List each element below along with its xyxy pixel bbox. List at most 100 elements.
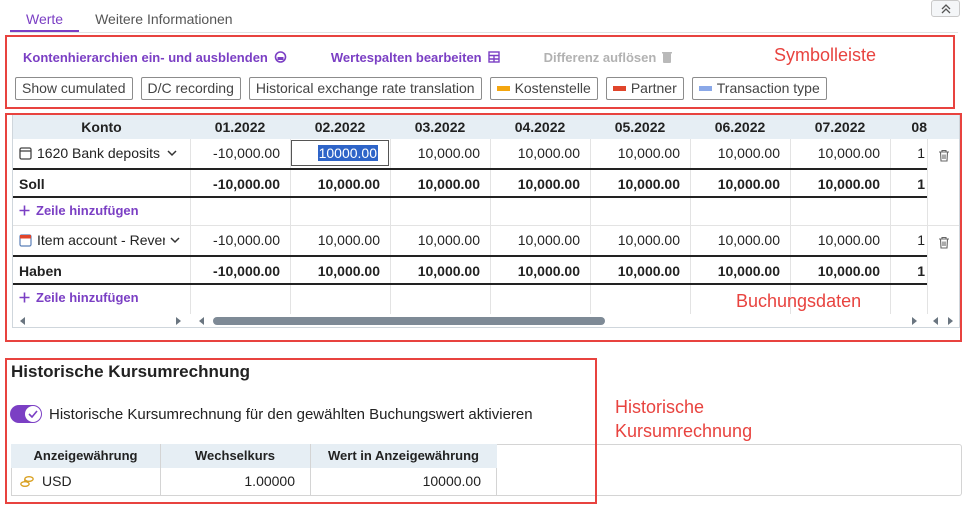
- scroll-left-icon[interactable]: [18, 316, 28, 326]
- historic-section-title: Historische Kursumrechnung: [11, 362, 250, 381]
- display-currency-header: Anzeigewährung: [33, 448, 138, 463]
- total-cell: 10,000.00: [817, 176, 880, 192]
- value-cell[interactable]: 10,000.00: [590, 139, 690, 167]
- chip-partner[interactable]: Partner: [605, 77, 684, 100]
- add-row-label: Zeile hinzufügen: [36, 202, 139, 218]
- value-cell[interactable]: 1: [890, 226, 927, 254]
- historic-table-container: [496, 444, 962, 496]
- double-chevron-up-icon: [941, 3, 950, 13]
- edit-value-columns-button[interactable]: Wertespalten bearbeiten: [331, 50, 500, 65]
- chip-dc-recording[interactable]: D/C recording: [140, 77, 241, 100]
- tab-weitere-informationen[interactable]: Weitere Informationen: [79, 6, 248, 32]
- debit-booking-row: 1620 Bank deposits -10,000.00 10000.00 1…: [13, 139, 959, 167]
- exchange-rate-header: Wechselkurs: [195, 448, 275, 463]
- plus-icon: [19, 292, 30, 302]
- debit-total-label: Soll: [19, 176, 45, 192]
- tab-werte[interactable]: Werte: [10, 6, 80, 32]
- period-header[interactable]: 05.2022: [590, 115, 690, 139]
- period-header[interactable]: 08: [890, 115, 927, 139]
- resolve-difference-button[interactable]: Differenz auflösen: [544, 50, 673, 65]
- toggle-knob: [25, 406, 41, 422]
- historic-annotation-label-2: Kursumrechnung: [615, 421, 753, 441]
- add-row-label: Zeile hinzufügen: [36, 289, 139, 305]
- period-header[interactable]: 01.2022: [190, 115, 290, 139]
- value-cell[interactable]: 10,000.00: [690, 139, 790, 167]
- total-cell: 10,000.00: [717, 176, 780, 192]
- period-header[interactable]: 04.2022: [490, 115, 590, 139]
- chip-kostenstelle[interactable]: Kostenstelle: [489, 77, 598, 100]
- chip-label: D/C recording: [147, 80, 234, 96]
- total-cell: 1: [917, 263, 925, 279]
- chip-show-cumulated[interactable]: Show cumulated: [15, 77, 133, 100]
- total-cell: 10,000.00: [617, 176, 680, 192]
- account-column-header[interactable]: Konto: [13, 115, 190, 139]
- currency-cell[interactable]: USD: [20, 468, 160, 495]
- display-value-cell[interactable]: 10000.00: [311, 468, 497, 495]
- value-cell[interactable]: 10,000.00: [790, 226, 890, 254]
- trash-icon: [939, 236, 949, 249]
- kostenstelle-swatch-icon: [496, 86, 510, 91]
- horizontal-scrollbar[interactable]: [13, 314, 959, 327]
- scroll-right-icon[interactable]: [945, 316, 955, 326]
- column-divider: [310, 444, 311, 496]
- value-cell[interactable]: 10,000.00: [390, 139, 490, 167]
- value-cell[interactable]: 10,000.00: [690, 226, 790, 254]
- debit-total-row: Soll -10,000.00 10,000.00 10,000.00 10,0…: [13, 168, 927, 198]
- display-value-header: Wert in Anzeigewährung: [328, 448, 479, 463]
- chip-historical-exchange-rate[interactable]: Historical exchange rate translation: [248, 77, 482, 100]
- total-cell: 10,000.00: [517, 176, 580, 192]
- historic-toggle-row: Historische Kursumrechnung für den gewäh…: [10, 405, 533, 423]
- chip-label: Historical exchange rate translation: [255, 80, 475, 96]
- trash-icon: [939, 149, 949, 162]
- period-header[interactable]: 07.2022: [790, 115, 890, 139]
- scroll-left-icon[interactable]: [197, 316, 207, 326]
- period-header[interactable]: 06.2022: [690, 115, 790, 139]
- value-cell[interactable]: -10,000.00: [190, 139, 290, 167]
- credit-total-label: Haben: [19, 263, 62, 279]
- chevron-down-icon: [167, 149, 177, 156]
- scroll-right-icon[interactable]: [173, 316, 183, 326]
- credit-total-row: Haben -10,000.00 10,000.00 10,000.00 10,…: [13, 255, 927, 285]
- add-debit-row-button[interactable]: Zeile hinzufügen: [19, 197, 139, 223]
- value-cell[interactable]: 10,000.00: [290, 226, 390, 254]
- account-selector[interactable]: Item account - Rever: [13, 226, 190, 254]
- value-cell[interactable]: -10,000.00: [190, 226, 290, 254]
- checkmark-icon: [28, 410, 38, 418]
- transaction-type-swatch-icon: [698, 86, 712, 91]
- scroll-left-icon[interactable]: [931, 316, 941, 326]
- total-cell: 10,000.00: [617, 263, 680, 279]
- historic-table-header: Anzeigewährung Wechselkurs Wert in Anzei…: [11, 444, 497, 468]
- value-cell[interactable]: 10,000.00: [790, 139, 890, 167]
- coins-icon: [20, 476, 34, 487]
- hierarchy-icon: [274, 51, 287, 63]
- collapse-button[interactable]: [931, 0, 960, 17]
- period-header[interactable]: 02.2022: [290, 115, 390, 139]
- value-cell[interactable]: 1: [890, 139, 927, 167]
- exchange-rate-cell[interactable]: 1.00000: [161, 468, 311, 495]
- total-cell: 10,000.00: [317, 176, 380, 192]
- add-credit-row-button[interactable]: Zeile hinzufügen: [19, 284, 139, 310]
- tab-divider: [10, 32, 958, 33]
- account-selector[interactable]: 1620 Bank deposits: [13, 139, 190, 167]
- delete-row-button[interactable]: [934, 232, 954, 252]
- delete-row-button[interactable]: [934, 145, 954, 165]
- period-header[interactable]: 03.2022: [390, 115, 490, 139]
- currency-code: USD: [42, 473, 72, 489]
- toolbar-button-label: Kontenhierarchien ein- und ausblenden: [23, 49, 268, 65]
- scroll-right-icon[interactable]: [909, 316, 919, 326]
- chip-transaction-type[interactable]: Transaction type: [691, 77, 827, 100]
- value-cell[interactable]: 10,000.00: [490, 226, 590, 254]
- toggle-hierarchies-button[interactable]: Kontenhierarchien ein- und ausblenden: [23, 50, 287, 65]
- toolbar-chips: Show cumulated D/C recording Historical …: [15, 77, 827, 100]
- value-cell[interactable]: 10,000.00: [590, 226, 690, 254]
- historic-translation-toggle[interactable]: [10, 405, 42, 423]
- scrollbar-thumb[interactable]: [213, 317, 605, 325]
- plus-icon: [19, 205, 30, 215]
- booking-annotation-label: Buchungsdaten: [736, 291, 862, 311]
- tab-bar: Werte Weitere Informationen: [10, 6, 249, 32]
- column-divider: [160, 444, 161, 496]
- value-cell[interactable]: 10,000.00: [390, 226, 490, 254]
- value-edit-input[interactable]: 10000.00: [291, 140, 389, 166]
- value-cell[interactable]: 10,000.00: [490, 139, 590, 167]
- chevron-down-icon: [170, 236, 180, 243]
